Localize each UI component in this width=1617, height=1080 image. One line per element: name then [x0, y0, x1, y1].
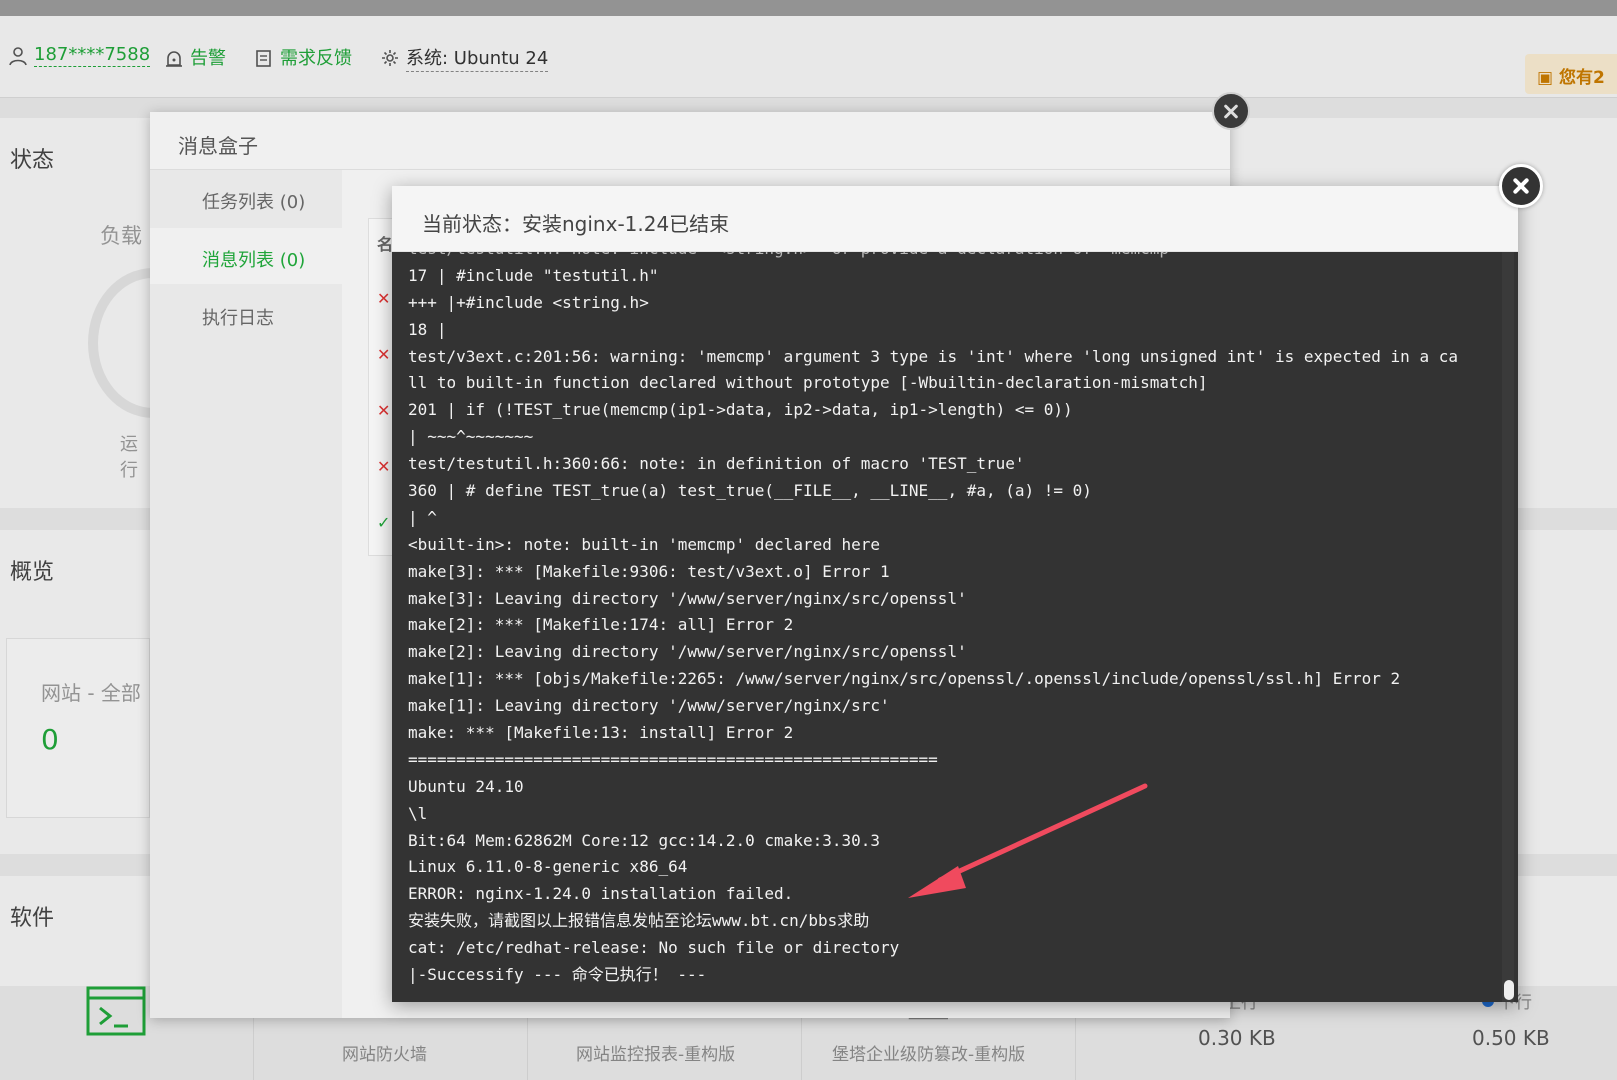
terminal-line: <built-in>: note: built-in 'memcmp' decl…	[408, 534, 881, 554]
check-icon: ✓	[377, 513, 391, 532]
list-header-name: 名	[377, 235, 394, 254]
tab-message-list[interactable]: 消息列表 (0)	[150, 228, 342, 284]
terminal-line: Linux 6.11.0-8-generic x86_64	[408, 857, 688, 877]
message-box-title: 消息盒子	[178, 134, 258, 158]
terminal-line: make[1]: Leaving directory '/www/server/…	[408, 696, 890, 716]
install-status-header: 当前状态：安装nginx-1.24已结束	[392, 186, 1518, 252]
terminal-line: ERROR: nginx-1.24.0 installation failed.	[408, 884, 794, 904]
terminal-line: 360 | # define TEST_true(a) test_true(__…	[408, 481, 1092, 501]
terminal-line: ========================================…	[408, 749, 938, 769]
message-box-close-button[interactable]	[1212, 92, 1250, 130]
terminal-line: make: *** [Makefile:13: install] Error 2	[408, 723, 794, 743]
terminal-line: test/testutil.h:360:66: note: in definit…	[408, 454, 1025, 474]
terminal-line: make[1]: *** [objs/Makefile:2265: /www/s…	[408, 669, 1401, 689]
error-icon: ✕	[377, 345, 391, 364]
terminal-scroll-thumb[interactable]	[1504, 980, 1514, 1000]
tab-exec-log[interactable]: 执行日志	[150, 286, 342, 342]
terminal-line: cat: /etc/redhat-release: No such file o…	[408, 938, 900, 958]
install-status-modal: 当前状态：安装nginx-1.24已结束 test/testutil.h: no…	[392, 186, 1518, 1002]
install-status-title: 当前状态：安装nginx-1.24已结束	[422, 212, 730, 236]
terminal-line: 201 | if (!TEST_true(memcmp(ip1->data, i…	[408, 400, 1073, 420]
terminal-line: | ~~~^~~~~~~~	[408, 427, 534, 447]
terminal-scrollbar[interactable]	[1502, 252, 1514, 1002]
error-icon: ✕	[377, 401, 391, 420]
error-icon: ✕	[377, 457, 391, 476]
terminal-line: +++ |+#include <string.h>	[408, 292, 649, 312]
terminal-line: make[3]: *** [Makefile:9306: test/v3ext.…	[408, 561, 890, 581]
terminal-line: \l	[408, 803, 428, 823]
terminal-line: test/v3ext.c:201:56: warning: 'memcmp' a…	[408, 346, 1458, 366]
error-icon: ✕	[377, 289, 391, 308]
terminal-line: ll to built-in function declared without…	[408, 373, 1208, 393]
terminal-line: test/testutil.h: note: include '<string.…	[408, 252, 1496, 263]
terminal-text: test/testutil.h: note: include '<string.…	[408, 252, 1496, 989]
terminal-line: 17 | #include "testutil.h"	[408, 265, 659, 285]
terminal-line: make[3]: Leaving directory '/www/server/…	[408, 588, 967, 608]
install-status-close-button[interactable]	[1499, 164, 1543, 208]
terminal-line: make[2]: *** [Makefile:174: all] Error 2	[408, 615, 794, 635]
terminal-line: Bit:64 Mem:62862M Core:12 gcc:14.2.0 cma…	[408, 830, 881, 850]
message-box-header: 消息盒子	[150, 112, 1230, 170]
terminal-line: Ubuntu 24.10	[408, 776, 524, 796]
tab-task-list[interactable]: 任务列表 (0)	[150, 170, 342, 226]
terminal-line: make[2]: Leaving directory '/www/server/…	[408, 642, 967, 662]
terminal-line: |-Successify --- 命令已执行！ ---	[408, 965, 707, 985]
terminal-line: 18 |	[408, 319, 447, 339]
message-box-sidebar: 任务列表 (0) 消息列表 (0) 执行日志	[150, 170, 342, 1018]
terminal-line: 安装失败，请截图以上报错信息发帖至论坛www.bt.cn/bbs求助	[408, 911, 870, 931]
terminal-output[interactable]: test/testutil.h: note: include '<string.…	[392, 252, 1518, 1002]
terminal-line: | ^	[408, 507, 437, 527]
